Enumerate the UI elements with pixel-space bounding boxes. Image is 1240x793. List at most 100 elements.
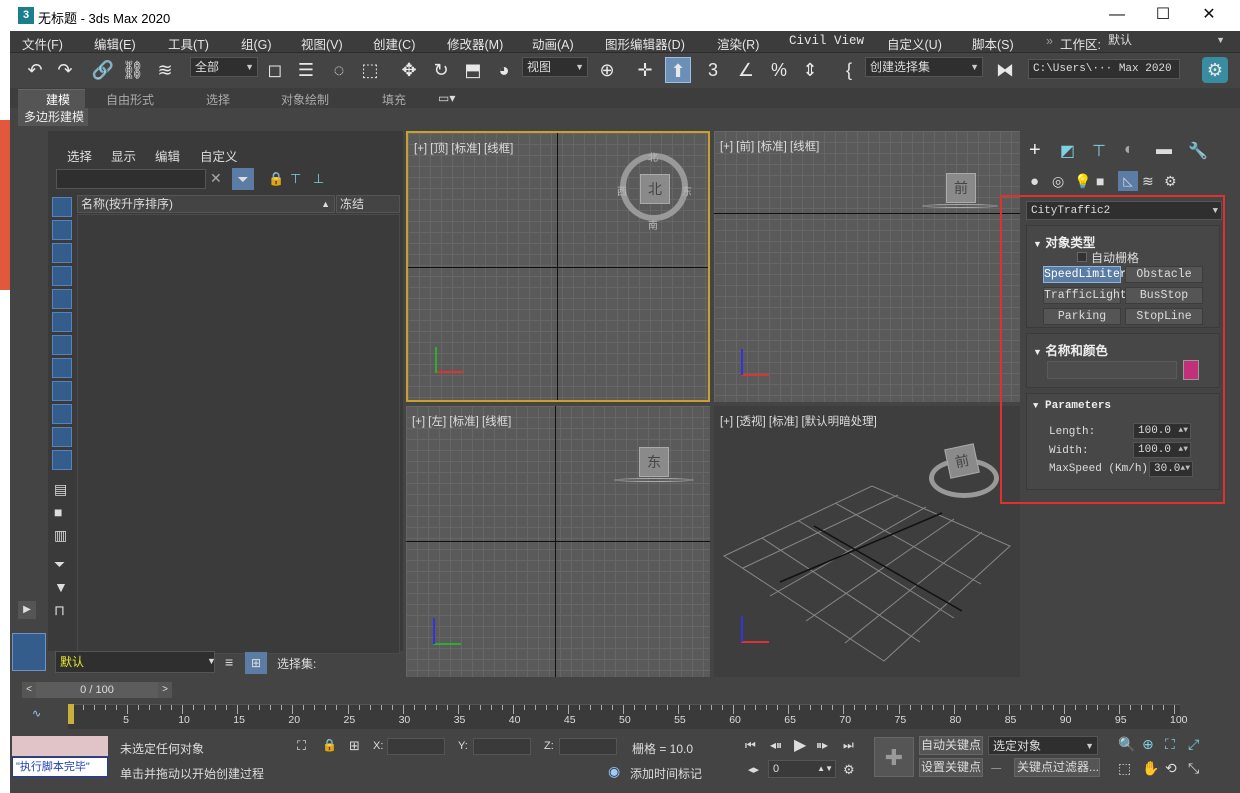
select-scale-icon[interactable]: ⬒ [460, 57, 486, 83]
layer-dropdown[interactable]: 默认 [55, 651, 215, 673]
menu-civil-view[interactable]: Civil View [789, 34, 864, 48]
unlink-icon[interactable]: ⛓ [120, 57, 146, 83]
menu-customize[interactable]: 自定义(U) [887, 34, 942, 53]
absolute-mode-icon[interactable]: ⊞ [349, 738, 360, 754]
pivot-center-icon[interactable]: ⊕ [594, 57, 620, 83]
key-selection-dropdown[interactable]: 选定对象 ▼ [988, 736, 1098, 755]
isolate-icon[interactable]: ⛶ [297, 738, 306, 754]
menu-more[interactable]: » [1046, 34, 1053, 48]
maxscript-listener[interactable] [12, 736, 108, 756]
track-bar[interactable]: 0510152025303540455055606570758085909510… [68, 704, 1188, 729]
orbit-icon[interactable]: ⟲ [1165, 760, 1177, 777]
select-by-name-icon[interactable]: ☰ [293, 57, 319, 83]
filter-xrefs-icon[interactable] [52, 358, 72, 378]
scene-menu-select[interactable]: 选择 [67, 146, 92, 165]
viewport-front-label[interactable]: [+] [前] [标准] [线框] [720, 138, 819, 154]
select-object-icon[interactable]: ◻ [262, 57, 288, 83]
scene-menu-display[interactable]: 显示 [111, 146, 136, 165]
select-manipulate-icon[interactable]: ✛ [632, 57, 658, 83]
ref-coord-dropdown[interactable]: 视图 ▼ [522, 57, 588, 77]
column-name-header[interactable]: 名称(按升序排序) ▲ [77, 195, 335, 213]
tab-object-paint[interactable]: 对象绘制 [281, 91, 329, 108]
menu-edit[interactable]: 编辑(E) [94, 34, 136, 53]
edit-named-sel-icon[interactable]: { [836, 57, 862, 83]
filter-helpers-icon[interactable] [52, 289, 72, 309]
shapes-icon[interactable]: ◎ [1052, 173, 1064, 190]
tab-populate[interactable]: 填充 [382, 91, 406, 108]
play-icon[interactable]: ▶ [794, 735, 806, 755]
maximize-button[interactable]: ☐ [1140, 0, 1186, 30]
named-selection-dropdown[interactable]: 创建选择集 ▼ [865, 57, 983, 77]
snaps-toggle-icon[interactable]: 3 [700, 57, 726, 83]
filter-geometry-icon[interactable] [52, 197, 72, 217]
scene-menu-edit[interactable]: 编辑 [155, 146, 180, 165]
angle-snap-icon[interactable]: ∠ [733, 57, 759, 83]
curve-editor-icon[interactable]: ∿ [32, 707, 41, 720]
key-filters-button[interactable]: 关键点过滤器... [1014, 758, 1100, 777]
polygon-modeling-tab[interactable]: 多边形建模 [18, 108, 88, 126]
viewcube[interactable]: 北 [640, 174, 670, 204]
add-time-tag-button[interactable]: 添加时间标记 [630, 765, 702, 782]
menu-group[interactable]: 组(G) [241, 34, 272, 53]
filter-icon[interactable]: ⏷ [232, 168, 254, 190]
spacewarps-icon[interactable]: ≋ [1142, 173, 1154, 190]
redo-icon[interactable]: ↷ [52, 57, 78, 83]
filter-cameras-icon[interactable] [52, 266, 72, 286]
keyboard-shortcut-override-icon[interactable]: ⬆ [665, 57, 691, 83]
menu-rendering[interactable]: 渲染(R) [717, 34, 759, 53]
scene-object-list[interactable] [77, 214, 400, 654]
scene-menu-customize[interactable]: 自定义 [200, 146, 238, 165]
helpers-icon[interactable]: ◺ [1118, 171, 1138, 191]
percent-snap-icon[interactable]: % [766, 57, 792, 83]
civil-view-icon[interactable]: ⚙ [1202, 57, 1228, 83]
time-next-icon[interactable]: > [158, 682, 172, 698]
selection-filter-dropdown[interactable]: 全部 ▼ [190, 57, 258, 77]
filter-funnel-icon[interactable]: ▼ [54, 579, 68, 595]
clear-search-icon[interactable]: ✕ [210, 170, 222, 187]
display-tab-icon[interactable]: ▬ [1156, 141, 1172, 159]
filter-groups-icon[interactable] [52, 335, 72, 355]
viewport-front[interactable]: [+] [前] [标准] [线框] 前 [714, 131, 1020, 402]
menu-modifiers[interactable]: 修改器(M) [447, 34, 503, 53]
time-config-icon[interactable]: ⚙ [843, 762, 855, 778]
prev-frame-icon[interactable]: ◂⏸ [770, 738, 782, 753]
filter-particles-icon[interactable] [52, 404, 72, 424]
time-tag-icon[interactable]: ◉ [608, 763, 620, 780]
x-coord-input[interactable] [387, 738, 445, 755]
maximize-viewport-icon[interactable]: ⤡ [1188, 760, 1199, 777]
undo-icon[interactable]: ↶ [22, 57, 48, 83]
y-coord-input[interactable] [473, 738, 531, 755]
filter-lights-icon[interactable] [52, 243, 72, 263]
modify-tab-icon[interactable]: ◩ [1060, 141, 1075, 161]
time-cursor[interactable] [68, 704, 74, 724]
auto-key-button[interactable]: 自动关键点 [919, 736, 983, 755]
viewcube-front[interactable]: 前 [946, 173, 976, 203]
layer-dropdown-arrow-icon[interactable]: ▼ [207, 656, 216, 666]
menu-scripting[interactable]: 脚本(S) [972, 34, 1014, 53]
minimize-button[interactable]: — [1094, 0, 1140, 30]
selection-region-icon[interactable]: ◌ [326, 57, 352, 83]
fov-icon[interactable]: ⬚ [1118, 760, 1131, 777]
ribbon-options-icon[interactable]: ▭▾ [438, 91, 455, 105]
scene-search-input[interactable] [56, 169, 206, 189]
project-path-field[interactable]: C:\Users\··· Max 2020 [1028, 59, 1180, 79]
close-button[interactable]: ✕ [1186, 0, 1232, 30]
key-mode-icon[interactable]: ◂▸ [748, 763, 759, 776]
sort-hierarchy-icon[interactable]: ⊞ [245, 652, 267, 674]
pan-icon[interactable]: ✋ [1142, 760, 1159, 777]
link-icon[interactable]: 🔗 [90, 57, 116, 83]
menu-tools[interactable]: 工具(T) [168, 34, 209, 53]
expand-panel-icon[interactable]: ▶ [18, 601, 36, 619]
menu-file[interactable]: 文件(F) [22, 34, 63, 53]
goto-end-icon[interactable]: ⏭ [843, 738, 854, 753]
zoom-extents-icon[interactable]: ⛶ [1165, 736, 1175, 753]
filter-containers-icon[interactable] [52, 427, 72, 447]
column-freeze-header[interactable]: 冻结 [336, 195, 400, 213]
display-all-icon[interactable]: ▤ [54, 481, 67, 498]
layer-icon[interactable]: ⊓ [54, 602, 65, 619]
zoom-all-icon[interactable]: ⊕ [1142, 736, 1154, 753]
display-invert-icon[interactable]: ▥ [54, 527, 67, 544]
tab-freeform[interactable]: 自由形式 [106, 91, 154, 108]
cameras-icon[interactable]: ■ [1096, 173, 1104, 189]
viewport-top-label[interactable]: [+] [顶] [标准] [线框] [414, 140, 513, 156]
